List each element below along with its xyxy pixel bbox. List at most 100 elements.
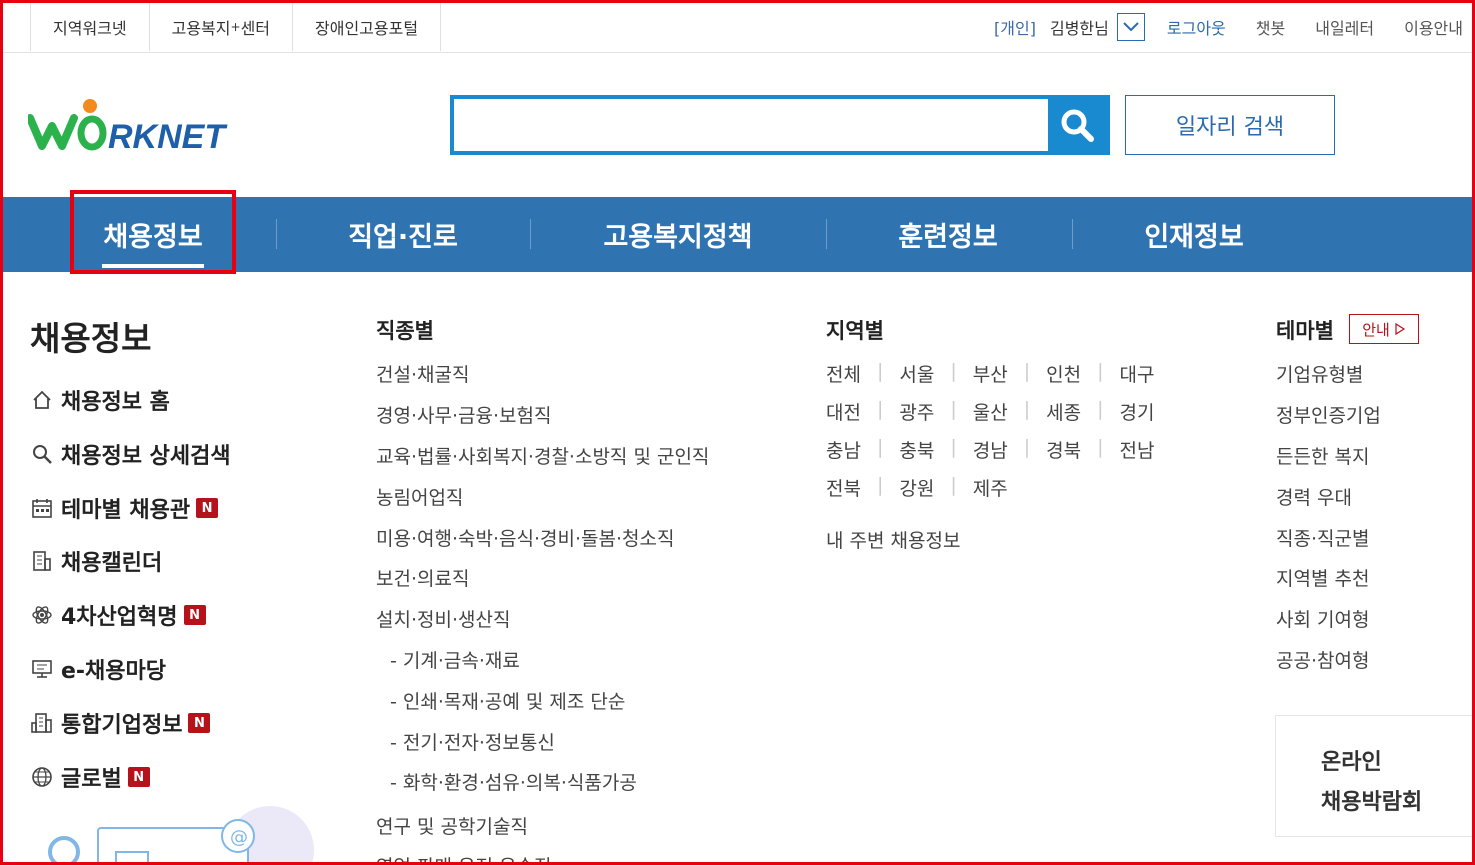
gnb-divider (826, 219, 827, 249)
region-link[interactable]: 강원 (899, 474, 934, 501)
chevron-down-icon (1123, 22, 1139, 32)
regions-heading: 지역별 (826, 319, 884, 343)
region-link[interactable]: 제주 (973, 474, 1008, 501)
theme-guide-label: 안내 (1362, 320, 1390, 339)
region-row: 충남 | 충북 | 경남 | 경북 | 전남 (826, 436, 1154, 463)
job-type-link[interactable]: 보건·의료직 (376, 564, 469, 591)
region-link[interactable]: 전체 (826, 360, 861, 387)
region-divider: | (1023, 398, 1031, 420)
region-row: 전체 | 서울 | 부산 | 인천 | 대구 (826, 360, 1154, 387)
region-link[interactable]: 경북 (1046, 436, 1081, 463)
search-button[interactable] (1048, 99, 1106, 151)
job-type-link[interactable]: 미용·여행·숙박·음식·경비·돌봄·청소직 (376, 524, 674, 551)
link-disability-portal[interactable]: 장애인고용포털 (292, 3, 442, 51)
region-link[interactable]: 서울 (899, 360, 934, 387)
job-type-link[interactable]: 농림어업직 (376, 483, 463, 510)
left-item-label: 통합기업정보 (61, 713, 183, 738)
region-link[interactable]: 경기 (1120, 398, 1155, 425)
link-welfare-center-plus: + (230, 20, 241, 34)
theme-link[interactable]: 직종·직군별 (1276, 524, 1369, 551)
link-welfare-center[interactable]: 고용복지 + 센터 (148, 3, 292, 51)
region-divider: | (1023, 436, 1031, 458)
nearby-jobs-link[interactable]: 내 주변 채용정보 (826, 526, 960, 553)
job-types-heading: 직종별 (376, 319, 434, 343)
promo-graphic-icon: @ (48, 806, 314, 865)
promo-illustration[interactable]: @ (30, 800, 320, 865)
theme-link[interactable]: 기업유형별 (1276, 360, 1363, 387)
search-input[interactable] (454, 99, 1050, 151)
job-subtype-link[interactable]: - 화학·환경·섬유·의복·식품가공 (390, 768, 637, 795)
region-divider: | (950, 474, 957, 496)
fair-line-1: 온라인 (1321, 750, 1382, 775)
region-link[interactable]: 경남 (973, 436, 1008, 463)
region-link[interactable]: 광주 (899, 398, 934, 425)
region-divider: | (950, 398, 957, 420)
worknet-logo[interactable]: RKNET (26, 96, 260, 156)
region-link[interactable]: 세종 (1046, 398, 1081, 425)
building-icon (30, 549, 54, 573)
job-type-link[interactable]: 연구 및 공학기술직 (376, 812, 528, 839)
left-item-theme-hall[interactable]: 테마별 채용관 N (30, 492, 219, 524)
chatbot-link[interactable]: 챗봇 (1256, 15, 1285, 39)
theme-link[interactable]: 공공·참여형 (1276, 646, 1369, 673)
theme-link[interactable]: 지역별 추천 (1276, 564, 1369, 591)
new-badge: N (196, 498, 219, 518)
search-box (450, 95, 1110, 155)
gnb-active-underline (102, 264, 204, 268)
region-row: 전북 | 강원 | 제주 (826, 474, 1008, 501)
theme-link[interactable]: 사회 기여형 (1276, 605, 1369, 632)
region-link[interactable]: 충남 (826, 436, 861, 463)
region-link[interactable]: 전남 (1120, 436, 1155, 463)
left-item-4th-industry[interactable]: 4차산업혁명 N (30, 599, 206, 631)
region-link[interactable]: 대구 (1120, 360, 1155, 387)
job-type-link[interactable]: 교육·법률·사회복지·경찰·소방직 및 군인직 (376, 442, 709, 469)
monitor-icon (30, 657, 54, 681)
gnb-item-training[interactable]: 훈련정보 (870, 197, 1026, 272)
region-link[interactable]: 부산 (973, 360, 1008, 387)
theme-link[interactable]: 경력 우대 (1276, 483, 1352, 510)
link-regional-worknet-label: 지역워크넷 (53, 19, 127, 38)
gnb-item-recruitment[interactable]: 채용정보 (92, 197, 214, 272)
job-subtype-link[interactable]: - 기계·금속·재료 (390, 646, 520, 673)
left-item-calendar[interactable]: 채용캘린더 (30, 545, 162, 577)
job-subtype-link[interactable]: - 인쇄·목재·공예 및 제조 단순 (390, 687, 625, 714)
region-link[interactable]: 충북 (899, 436, 934, 463)
left-item-global[interactable]: 글로벌 N (30, 761, 150, 793)
region-link[interactable]: 대전 (826, 398, 861, 425)
region-link[interactable]: 전북 (826, 474, 861, 501)
theme-link[interactable]: 든든한 복지 (1276, 442, 1369, 469)
theme-link[interactable]: 정부인증기업 (1276, 401, 1381, 428)
job-type-link[interactable]: 영업·판매·운전·운송직 (376, 852, 551, 865)
region-divider: | (876, 474, 884, 496)
region-link[interactable]: 인천 (1046, 360, 1081, 387)
logout-link[interactable]: 로그아웃 (1167, 15, 1226, 39)
left-item-detail-search[interactable]: 채용정보 상세검색 (30, 438, 231, 470)
left-item-company-info[interactable]: 통합기업정보 N (30, 707, 211, 739)
utility-right: [개인] 김병한님 로그아웃 챗봇 내일레터 이용안내 (994, 3, 1463, 51)
job-type-link[interactable]: 건설·채굴직 (376, 360, 469, 387)
utility-left-links: 지역워크넷 고용복지 + 센터 장애인고용포털 (30, 3, 442, 51)
gnb-item-talent[interactable]: 인재정보 (1116, 197, 1272, 272)
gnb-item-welfare-policy[interactable]: 고용복지정책 (580, 197, 776, 272)
online-job-fair-banner[interactable]: 온라인 채용박람회 (1275, 715, 1475, 837)
left-item-e-recruitment[interactable]: e-채용마당 (30, 653, 166, 685)
user-menu-dropdown-button[interactable] (1116, 13, 1145, 41)
left-item-label: 채용정보 홈 (61, 390, 170, 415)
gnb-item-career[interactable]: 직업·진로 (320, 197, 486, 272)
link-regional-worknet[interactable]: 지역워크넷 (30, 3, 149, 51)
search-icon (30, 442, 54, 466)
left-item-home[interactable]: 채용정보 홈 (30, 384, 170, 416)
region-divider: | (876, 360, 884, 382)
atom-icon (30, 603, 54, 627)
new-badge: N (188, 713, 211, 733)
job-type-link[interactable]: 설치·정비·생산직 (376, 605, 510, 632)
user-type-tag: [개인] (994, 19, 1036, 38)
newsletter-link[interactable]: 내일레터 (1315, 15, 1374, 39)
job-type-link[interactable]: 경영·사무·금융·보험직 (376, 401, 551, 428)
job-subtype-link[interactable]: - 전기·전자·정보통신 (390, 728, 555, 755)
job-search-button[interactable]: 일자리 검색 (1125, 95, 1335, 155)
theme-guide-button[interactable]: 안내 (1349, 314, 1419, 344)
region-link[interactable]: 울산 (973, 398, 1008, 425)
search-icon (1061, 109, 1094, 142)
usage-guide-link[interactable]: 이용안내 (1404, 15, 1463, 39)
